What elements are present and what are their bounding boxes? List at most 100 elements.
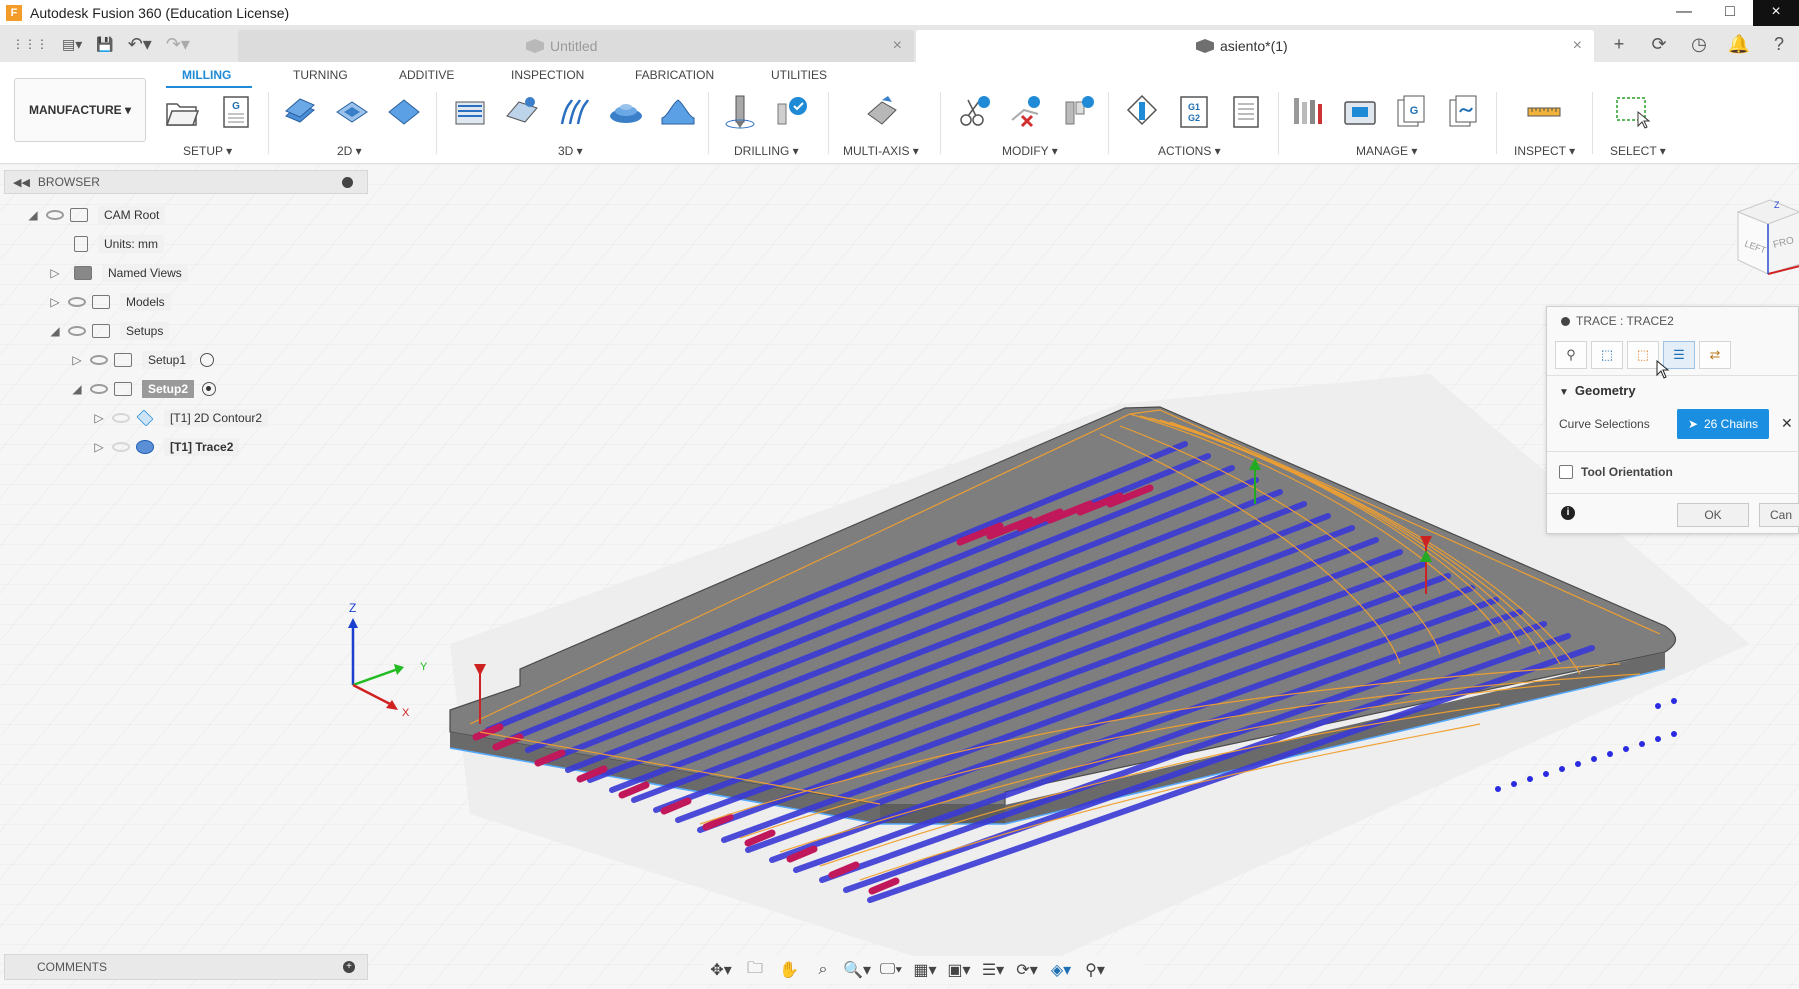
grid-settings-icon[interactable]: ▦▾ bbox=[908, 960, 942, 980]
multi-axis-icon[interactable] bbox=[864, 94, 900, 130]
measure-icon[interactable] bbox=[1526, 94, 1562, 130]
visibility-icon[interactable] bbox=[112, 413, 130, 423]
tree-item-named-views[interactable]: ▷ Named Views bbox=[48, 262, 188, 284]
tool-tab-icon[interactable]: ⚲ bbox=[1555, 341, 1587, 369]
window-select-icon[interactable] bbox=[1614, 94, 1650, 130]
group-select[interactable]: SELECT ▾ bbox=[1610, 144, 1666, 158]
tool-library-icon[interactable] bbox=[1290, 94, 1326, 130]
tree-item-models[interactable]: ▷ Models bbox=[48, 291, 171, 313]
template-library-icon[interactable] bbox=[1446, 94, 1482, 130]
collapse-toggle-icon[interactable]: ◢ bbox=[48, 324, 62, 338]
group-drilling[interactable]: DRILLING ▾ bbox=[734, 144, 799, 158]
nc-program-icon[interactable]: G bbox=[218, 94, 254, 130]
tab-asiento[interactable]: asiento*(1) × bbox=[916, 30, 1594, 62]
visibility-icon[interactable] bbox=[112, 442, 130, 452]
tree-item-setups[interactable]: ◢ Setups bbox=[48, 320, 170, 342]
dialog-options-icon[interactable] bbox=[1561, 316, 1570, 326]
heights-tab-icon[interactable]: ⬚ bbox=[1627, 341, 1659, 369]
file-menu-icon[interactable]: ▤▾ bbox=[62, 36, 82, 53]
redo-icon[interactable]: ↷▾ bbox=[166, 34, 190, 55]
tab-inspection[interactable]: INSPECTION bbox=[511, 68, 584, 82]
layers-icon[interactable]: ☰▾ bbox=[976, 960, 1010, 980]
stock-display-icon[interactable]: ◈▾ bbox=[1044, 960, 1078, 980]
expand-toggle-icon[interactable]: ▷ bbox=[48, 295, 62, 309]
parallel-icon[interactable] bbox=[556, 94, 592, 130]
minimize-button[interactable]: — bbox=[1661, 0, 1707, 26]
tab-turning[interactable]: TURNING bbox=[293, 68, 348, 82]
activate-setup-radio[interactable] bbox=[200, 353, 215, 367]
display-settings-icon[interactable]: 🖵▾ bbox=[874, 961, 908, 979]
tree-item-cam-root[interactable]: ◢ CAM Root bbox=[26, 204, 166, 226]
group-3d[interactable]: 3D ▾ bbox=[558, 144, 583, 158]
help-icon[interactable]: ? bbox=[1759, 34, 1799, 55]
tab-close-icon[interactable]: × bbox=[893, 37, 902, 55]
collapse-toggle-icon[interactable]: ◢ bbox=[70, 382, 84, 396]
setup-sheet-icon[interactable] bbox=[1228, 94, 1264, 130]
tool-orientation-checkbox[interactable] bbox=[1559, 465, 1573, 479]
tab-untitled[interactable]: Untitled × bbox=[238, 30, 914, 62]
look-at-icon[interactable]: 🗀 bbox=[738, 957, 772, 984]
new-folder-icon[interactable] bbox=[164, 94, 200, 130]
new-tab-icon[interactable]: + bbox=[1599, 34, 1639, 55]
group-setup[interactable]: SETUP ▾ bbox=[183, 144, 232, 158]
fit-icon[interactable]: 🔍▾ bbox=[840, 960, 874, 980]
tree-item-setup2[interactable]: ◢ Setup2 bbox=[70, 378, 217, 400]
contour-3d-icon[interactable] bbox=[608, 94, 644, 130]
undo-icon[interactable]: ↶▾ bbox=[128, 34, 152, 55]
scallop-icon[interactable] bbox=[660, 94, 696, 130]
add-comment-icon[interactable]: + bbox=[343, 961, 355, 973]
tab-utilities[interactable]: UTILITIES bbox=[771, 68, 827, 82]
group-2d[interactable]: 2D ▾ bbox=[337, 144, 362, 158]
curve-selections-button[interactable]: ➤ 26 Chains bbox=[1677, 409, 1769, 439]
browser-options-icon[interactable] bbox=[342, 176, 353, 188]
expand-toggle-icon[interactable]: ▷ bbox=[48, 266, 62, 280]
zoom-icon[interactable]: ⌕ bbox=[806, 961, 840, 979]
expand-toggle-icon[interactable]: ▷ bbox=[70, 353, 84, 367]
2d-pocket-icon[interactable] bbox=[334, 94, 370, 130]
job-status-icon[interactable]: ◷ bbox=[1679, 34, 1719, 55]
2d-adaptive-icon[interactable] bbox=[282, 94, 318, 130]
collapse-browser-icon[interactable]: ◀◀ bbox=[13, 176, 30, 189]
trim-icon[interactable] bbox=[956, 94, 992, 130]
hole-recognition-icon[interactable] bbox=[774, 94, 810, 130]
tree-item-trace2[interactable]: ▷ [T1] Trace2 bbox=[92, 436, 240, 458]
activate-setup-radio[interactable] bbox=[202, 382, 217, 396]
tool-edit-icon[interactable] bbox=[1060, 94, 1096, 130]
3d-adaptive-icon[interactable] bbox=[452, 94, 488, 130]
extensions-icon[interactable]: ⟳ bbox=[1639, 34, 1679, 55]
tab-milling[interactable]: MILLING bbox=[182, 68, 231, 82]
visibility-icon[interactable] bbox=[68, 326, 86, 336]
post-library-icon[interactable]: G bbox=[1394, 94, 1430, 130]
tool-display-icon[interactable]: ⚲▾ bbox=[1078, 960, 1112, 980]
cancel-button[interactable]: Can bbox=[1759, 503, 1799, 527]
visibility-icon[interactable] bbox=[46, 210, 64, 220]
group-actions[interactable]: ACTIONS ▾ bbox=[1158, 144, 1221, 158]
refresh-icon[interactable]: ⟳▾ bbox=[1010, 960, 1044, 980]
drill-icon[interactable] bbox=[722, 94, 758, 130]
view-cube[interactable]: Z LEFT FRO bbox=[1730, 194, 1799, 284]
visibility-icon[interactable] bbox=[68, 297, 86, 307]
group-multi-axis[interactable]: MULTI-AXIS ▾ bbox=[843, 144, 919, 158]
tab-additive[interactable]: ADDITIVE bbox=[399, 68, 454, 82]
clear-selection-icon[interactable]: ✕ bbox=[1781, 415, 1793, 432]
3d-pocket-icon[interactable] bbox=[504, 94, 540, 130]
collapse-toggle-icon[interactable]: ◢ bbox=[26, 208, 40, 222]
pan-icon[interactable]: ✋ bbox=[772, 960, 806, 980]
post-process-icon[interactable]: G1G2 bbox=[1176, 94, 1212, 130]
viewports-icon[interactable]: ▣▾ bbox=[942, 960, 976, 980]
visibility-icon[interactable] bbox=[90, 355, 108, 365]
simulate-icon[interactable] bbox=[1124, 94, 1160, 130]
maximize-button[interactable]: □ bbox=[1707, 0, 1753, 26]
expand-toggle-icon[interactable]: ▷ bbox=[92, 440, 106, 454]
orbit-icon[interactable]: ✥▾ bbox=[704, 960, 738, 980]
tree-item-setup1[interactable]: ▷ Setup1 bbox=[70, 349, 215, 371]
notifications-icon[interactable]: 🔔 bbox=[1719, 34, 1759, 55]
tree-item-2d-contour2[interactable]: ▷ [T1] 2D Contour2 bbox=[92, 407, 269, 429]
visibility-icon[interactable] bbox=[90, 384, 108, 394]
close-button[interactable]: × bbox=[1753, 0, 1799, 26]
info-icon[interactable]: i bbox=[1561, 506, 1575, 520]
geometry-tab-icon[interactable]: ⬚ bbox=[1591, 341, 1623, 369]
ok-button[interactable]: OK bbox=[1677, 503, 1749, 527]
save-icon[interactable]: 💾 bbox=[96, 36, 113, 53]
data-panel-grid-icon[interactable]: ⋮⋮⋮ bbox=[12, 37, 48, 51]
